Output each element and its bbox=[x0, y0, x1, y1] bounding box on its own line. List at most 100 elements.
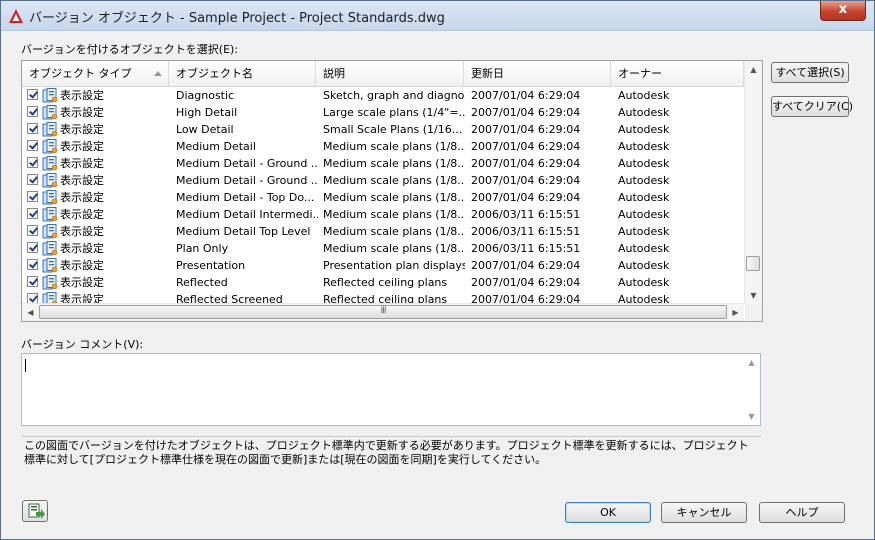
display-config-icon bbox=[42, 241, 58, 256]
window-title: バージョン オブジェクト - Sample Project - Project … bbox=[29, 11, 445, 26]
display-config-icon bbox=[42, 292, 58, 303]
column-header-type[interactable]: オブジェクト タイプ bbox=[22, 61, 169, 86]
comment-scroll-up-arrow-icon[interactable]: ▲ bbox=[743, 354, 760, 371]
cell-date: 2007/01/04 6:29:04 bbox=[471, 106, 581, 119]
row-checkbox[interactable] bbox=[27, 293, 38, 303]
column-header-owner-label: オーナー bbox=[618, 67, 662, 80]
cell-desc: Reflected ceiling plans bbox=[323, 293, 448, 303]
scroll-down-arrow-icon[interactable]: ▼ bbox=[745, 287, 762, 304]
cell-desc: Small Scale Plans (1/16... bbox=[323, 123, 463, 136]
table-row[interactable]: 表示設定 Medium Detail - Ground ... Medium sca… bbox=[22, 172, 744, 189]
cell-owner: Autodesk bbox=[618, 242, 670, 255]
column-header-description[interactable]: 説明 bbox=[316, 61, 464, 86]
comment-field[interactable]: ▲ ▼ bbox=[21, 353, 761, 426]
comment-scroll-down-arrow-icon[interactable]: ▼ bbox=[743, 408, 760, 425]
cell-type: 表示設定 bbox=[60, 276, 104, 289]
cell-owner: Autodesk bbox=[618, 293, 670, 303]
table-row[interactable]: 表示設定 Diagnostic Sketch, graph and diagno..… bbox=[22, 87, 744, 104]
cell-date: 2007/01/04 6:29:04 bbox=[471, 140, 581, 153]
cell-owner: Autodesk bbox=[618, 157, 670, 170]
display-config-icon bbox=[42, 122, 58, 137]
comment-label: バージョン コメント(V): bbox=[21, 338, 144, 351]
ok-button[interactable]: OK bbox=[565, 502, 651, 523]
table-row[interactable]: 表示設定 High Detail Large scale plans (1/4"=.… bbox=[22, 104, 744, 121]
column-header-owner[interactable]: オーナー bbox=[611, 61, 744, 86]
cell-date: 2007/01/04 6:29:04 bbox=[471, 191, 581, 204]
table-row[interactable]: 表示設定 Medium Detail Medium scale plans (1/8… bbox=[22, 138, 744, 155]
cell-date: 2006/03/11 6:15:51 bbox=[471, 242, 581, 255]
cell-owner: Autodesk bbox=[618, 106, 670, 119]
cell-date: 2007/01/04 6:29:04 bbox=[471, 276, 581, 289]
row-checkbox[interactable] bbox=[27, 123, 38, 134]
cell-owner: Autodesk bbox=[618, 191, 670, 204]
cell-name: High Detail bbox=[176, 106, 238, 119]
close-button[interactable]: x bbox=[820, 1, 866, 21]
table-row[interactable]: 表示設定 Medium Detail Intermedi... Medium sca… bbox=[22, 206, 744, 223]
table-row[interactable]: 表示設定 Medium Detail Top Level Medium scale … bbox=[22, 223, 744, 240]
cell-date: 2007/01/04 6:29:04 bbox=[471, 123, 581, 136]
display-config-icon bbox=[42, 190, 58, 205]
table-row[interactable]: 表示設定 Medium Detail - Ground ... Medium sca… bbox=[22, 155, 744, 172]
row-checkbox[interactable] bbox=[27, 208, 38, 219]
table-row[interactable]: 表示設定 Plan Only Medium scale plans (1/8... 2… bbox=[22, 240, 744, 257]
scroll-right-arrow-icon[interactable]: ▶ bbox=[727, 304, 744, 321]
cell-type: 表示設定 bbox=[60, 208, 104, 221]
version-history-button[interactable] bbox=[22, 500, 48, 522]
cell-name: Reflected Screened bbox=[176, 293, 283, 303]
cell-type: 表示設定 bbox=[60, 123, 104, 136]
row-checkbox[interactable] bbox=[27, 106, 38, 117]
cancel-button[interactable]: キャンセル bbox=[661, 502, 747, 523]
cell-name: Medium Detail Top Level bbox=[176, 225, 311, 238]
table-row[interactable]: 表示設定 Medium Detail - Top Do... Medium scal… bbox=[22, 189, 744, 206]
cell-owner: Autodesk bbox=[618, 208, 670, 221]
column-header-name-label: オブジェクト名 bbox=[176, 67, 253, 80]
row-checkbox[interactable] bbox=[27, 157, 38, 168]
display-config-icon bbox=[42, 156, 58, 171]
scroll-up-arrow-icon[interactable]: ▲ bbox=[745, 61, 762, 78]
horizontal-scroll-thumb[interactable]: III bbox=[39, 305, 727, 319]
display-config-icon bbox=[42, 88, 58, 103]
cell-owner: Autodesk bbox=[618, 174, 670, 187]
cell-desc: Medium scale plans (1/8... bbox=[323, 174, 465, 187]
table-row[interactable]: 表示設定 Reflected Screened Reflected ceiling … bbox=[22, 291, 744, 303]
cell-owner: Autodesk bbox=[618, 259, 670, 272]
row-checkbox[interactable] bbox=[27, 242, 38, 253]
row-checkbox[interactable] bbox=[27, 140, 38, 151]
table-row[interactable]: 表示設定 Low Detail Small Scale Plans (1/16...… bbox=[22, 121, 744, 138]
object-list[interactable]: オブジェクト タイプ オブジェクト名 説明 更新日 オーナー 表示設定 Diagn… bbox=[21, 60, 763, 322]
cell-desc: Medium scale plans (1/8... bbox=[323, 157, 465, 170]
row-checkbox[interactable] bbox=[27, 225, 38, 236]
table-row[interactable]: 表示設定 Reflected Reflected ceiling plans 2007… bbox=[22, 274, 744, 291]
row-checkbox[interactable] bbox=[27, 89, 38, 100]
table-row[interactable]: 表示設定 Presentation Presentation plan displa… bbox=[22, 257, 744, 274]
column-header-name[interactable]: オブジェクト名 bbox=[169, 61, 316, 86]
scroll-left-arrow-icon[interactable]: ◀ bbox=[22, 304, 39, 321]
clear-all-button[interactable]: すべてクリア(C) bbox=[771, 96, 853, 117]
row-checkbox[interactable] bbox=[27, 191, 38, 202]
select-all-button[interactable]: すべて選択(S) bbox=[771, 62, 849, 83]
cell-desc: Medium scale plans (1/8... bbox=[323, 191, 465, 204]
column-header-description-label: 説明 bbox=[323, 67, 345, 80]
row-checkbox[interactable] bbox=[27, 174, 38, 185]
help-button[interactable]: ヘルプ bbox=[759, 502, 845, 523]
display-config-icon bbox=[42, 139, 58, 154]
cell-date: 2007/01/04 6:29:04 bbox=[471, 259, 581, 272]
sort-ascending-icon bbox=[154, 71, 162, 76]
dialog-window: バージョン オブジェクト - Sample Project - Project … bbox=[0, 0, 875, 540]
horizontal-scrollbar[interactable]: ◀ III ▶ bbox=[22, 303, 744, 321]
comment-scrollbar[interactable]: ▲ ▼ bbox=[743, 354, 760, 425]
column-header-modified-label: 更新日 bbox=[471, 67, 504, 80]
cell-name: Presentation bbox=[176, 259, 246, 272]
cell-type: 表示設定 bbox=[60, 106, 104, 119]
cell-name: Medium Detail Intermedi... bbox=[176, 208, 318, 221]
vertical-scrollbar[interactable]: ▲ ▼ bbox=[744, 61, 762, 304]
row-checkbox[interactable] bbox=[27, 276, 38, 287]
list-body: 表示設定 Diagnostic Sketch, graph and diagno..… bbox=[22, 87, 744, 303]
column-header-modified[interactable]: 更新日 bbox=[464, 61, 611, 86]
scroll-thumb[interactable] bbox=[746, 256, 760, 271]
cell-type: 表示設定 bbox=[60, 157, 104, 170]
row-checkbox[interactable] bbox=[27, 259, 38, 270]
cell-name: Reflected bbox=[176, 276, 228, 289]
cell-owner: Autodesk bbox=[618, 123, 670, 136]
cell-desc: Reflected ceiling plans bbox=[323, 276, 448, 289]
